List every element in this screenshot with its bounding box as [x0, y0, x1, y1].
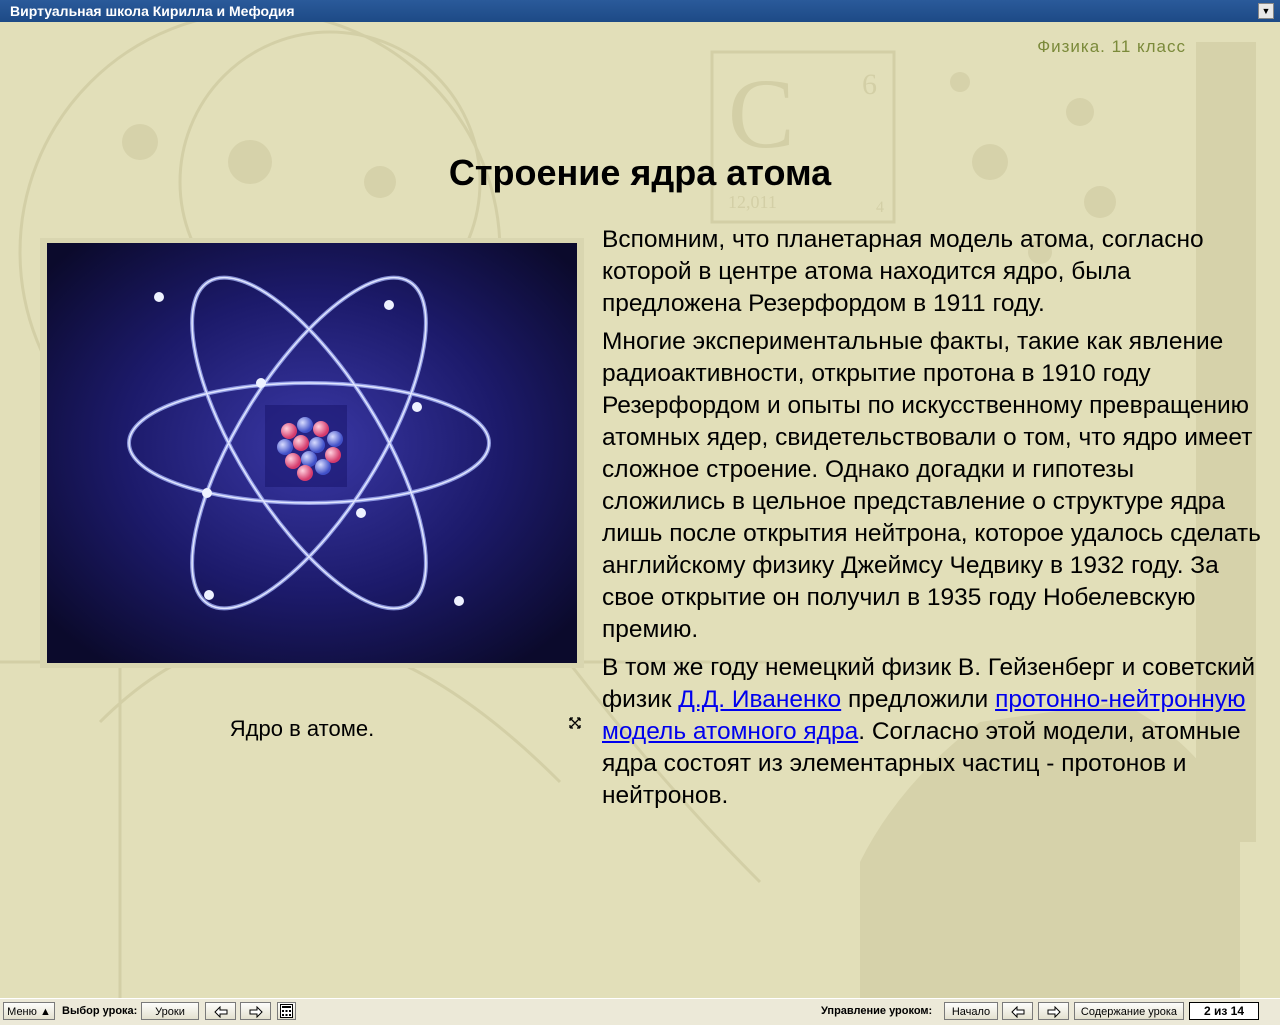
bottom-toolbar: Меню ▲ Выбор урока: Уроки Управление уро… — [0, 998, 1280, 1025]
start-button[interactable]: Начало — [944, 1002, 998, 1020]
expand-icon[interactable] — [569, 717, 581, 729]
arrow-left-icon — [1010, 1005, 1024, 1019]
paragraph-1: Вспомним, что планетарная модель атома, … — [602, 226, 1204, 317]
paragraph-2: Многие экспериментальные факты, такие ка… — [602, 328, 1261, 643]
page-counter: 2 из 14 — [1189, 1002, 1259, 1020]
calculator-button[interactable] — [277, 1002, 296, 1020]
atomic-number: 6 — [862, 68, 877, 101]
prev-lesson-button[interactable] — [205, 1002, 236, 1020]
atom-illustration — [47, 243, 577, 663]
arrow-left-icon — [213, 1005, 227, 1019]
prev-page-button[interactable] — [1002, 1002, 1033, 1020]
next-page-button[interactable] — [1038, 1002, 1069, 1020]
page-title: Строение ядра атома — [448, 152, 832, 193]
ivanenko-link[interactable]: Д.Д. Иваненко — [678, 686, 841, 713]
lesson-control-label: Управление уроком: — [821, 1005, 933, 1017]
paragraph-3-part-b: предложили — [841, 686, 996, 713]
atomic-mass: 12,011 — [728, 192, 777, 212]
paragraph-3: В том же году немецкий физик В. Гейзенбе… — [602, 652, 1262, 812]
title-bar: Виртуальная школа Кирилла и Мефодия ▼ — [0, 0, 1280, 22]
menu-button[interactable]: Меню ▲ — [3, 1002, 55, 1020]
small-number: 4 — [876, 199, 884, 216]
lessons-button[interactable]: Уроки — [141, 1002, 199, 1020]
arrow-right-icon — [249, 1005, 263, 1019]
chevron-down-icon[interactable]: ▼ — [1258, 3, 1274, 19]
calculator-icon — [280, 1004, 293, 1018]
atom-image-frame — [40, 238, 584, 668]
image-caption: Ядро в атоме. — [229, 716, 375, 741]
next-lesson-button[interactable] — [240, 1002, 271, 1020]
lesson-text: Вспомним, что планетарная модель атома, … — [602, 224, 1262, 818]
contents-button[interactable]: Содержание урока — [1074, 1002, 1184, 1020]
arrow-right-icon — [1047, 1005, 1061, 1019]
subject-label: Физика. 11 класс — [1037, 37, 1186, 56]
lesson-select-label: Выбор урока: — [62, 1005, 138, 1017]
window-title: Виртуальная школа Кирилла и Мефодия — [10, 3, 295, 19]
lesson-page: C 6 12,011 4 Физика. 11 класс Строение я… — [0, 22, 1280, 998]
